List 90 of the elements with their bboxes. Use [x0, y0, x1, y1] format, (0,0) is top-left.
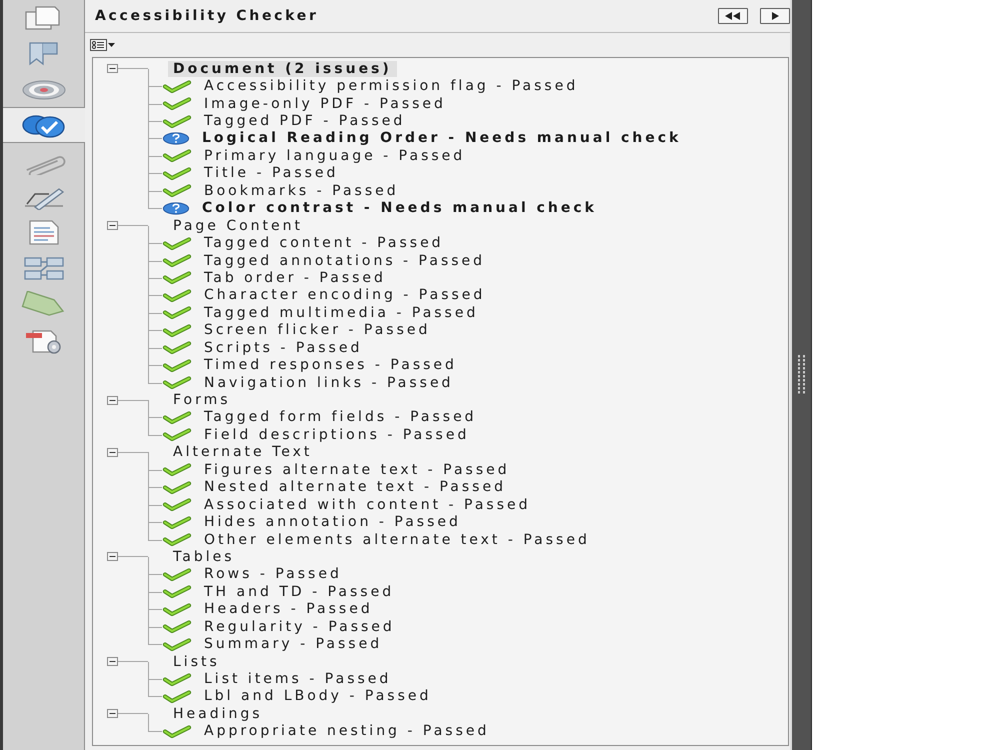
question-icon: [162, 200, 190, 216]
check-icon: [162, 428, 192, 442]
check-icon: [162, 149, 192, 162]
check-icon: [162, 672, 192, 686]
check-icon: [162, 533, 192, 546]
check-result-item[interactable]: Primary language - Passed: [201, 148, 468, 164]
panel-title: Accessibility Checker: [95, 6, 319, 26]
expander-toggle[interactable]: [107, 448, 118, 457]
group-label[interactable]: Headings: [168, 706, 268, 722]
check-icon: [162, 324, 192, 337]
double-left-triangle-icon: [725, 12, 741, 20]
check-result-item[interactable]: Color contrast - Needs manual check: [199, 200, 600, 216]
splitter-handle[interactable]: [790, 0, 812, 750]
check-result-item[interactable]: Scripts - Passed: [201, 340, 366, 356]
check-result-item[interactable]: Rows - Passed: [201, 566, 345, 582]
check-result-item[interactable]: Regularity - Passed: [201, 618, 398, 635]
group-label[interactable]: Forms: [168, 392, 236, 408]
check-icon: [162, 690, 192, 703]
check-icon: [162, 498, 192, 512]
check-result-item[interactable]: Logical Reading Order - Needs manual check: [199, 130, 684, 146]
expander-toggle[interactable]: [107, 709, 118, 718]
sidebar-tab[interactable]: [3, 107, 85, 144]
expander-toggle[interactable]: [107, 657, 118, 666]
expander-toggle[interactable]: [107, 64, 118, 74]
check-icon: [162, 724, 192, 738]
check-icon: [162, 80, 192, 93]
check-result-item[interactable]: Image-only PDF - Passed: [201, 96, 449, 112]
check-icon: [162, 410, 192, 424]
check-result-item[interactable]: Associated with content - Passed: [201, 496, 534, 513]
list-icon: [90, 39, 107, 51]
check-result-item[interactable]: TH and TD - Passed: [201, 584, 398, 600]
expander-toggle[interactable]: [107, 221, 118, 230]
check-result-item[interactable]: Navigation links - Passed: [201, 374, 456, 391]
question-icon: [162, 130, 190, 146]
check-icon: [162, 376, 192, 390]
check-icon: [162, 306, 192, 320]
check-result-item[interactable]: Field descriptions - Passed: [201, 426, 472, 443]
check-icon: [162, 358, 192, 372]
check-result-item[interactable]: List items - Passed: [201, 671, 394, 688]
check-result-item[interactable]: Hides annotation - Passed: [201, 514, 464, 530]
check-icon: [162, 271, 192, 284]
check-icon: [162, 114, 192, 128]
group-label[interactable]: Alternate Text: [168, 444, 318, 460]
check-icon: [162, 184, 192, 198]
check-result-item[interactable]: Tagged annotations - Passed: [201, 252, 488, 269]
group-label[interactable]: Tables: [168, 548, 240, 565]
tag-icon: [21, 290, 67, 318]
check-icon: [162, 602, 192, 616]
check-result-item[interactable]: Tab order - Passed: [201, 270, 389, 286]
check-result-item[interactable]: Tagged form fields - Passed: [201, 409, 480, 426]
check-result-item[interactable]: Lbl and LBody - Passed: [201, 688, 434, 704]
check-result-item[interactable]: Summary - Passed: [201, 636, 386, 652]
check-result-item[interactable]: Tagged multimedia - Passed: [201, 304, 482, 321]
check-icon: [162, 480, 192, 494]
forward-button[interactable]: [760, 8, 790, 24]
check-icon: [162, 341, 192, 354]
check-result-item[interactable]: Headers - Passed: [201, 601, 376, 618]
check-result-item[interactable]: Tagged PDF - Passed: [201, 113, 408, 130]
expander-toggle[interactable]: [107, 552, 118, 562]
check-icon: [162, 97, 192, 110]
check-result-item[interactable]: Accessibility permission flag - Passed: [201, 78, 582, 94]
check-result-item[interactable]: Character encoding - Passed: [201, 287, 488, 304]
collapse-button[interactable]: [718, 8, 748, 24]
group-label[interactable]: Page Content: [168, 218, 308, 234]
check-result-item[interactable]: Other elements alternate text - Passed: [201, 532, 593, 548]
check-icon: [162, 620, 192, 634]
check-icon: [162, 166, 192, 180]
right-triangle-icon: [772, 12, 778, 20]
check-result-item[interactable]: Appropriate nesting - Passed: [201, 723, 492, 740]
check-icon: [162, 585, 192, 598]
check-result-item[interactable]: Nested alternate text - Passed: [201, 479, 509, 496]
expander-toggle[interactable]: [107, 396, 118, 405]
check-icon: [162, 254, 192, 268]
check-result-item[interactable]: Figures alternate text - Passed: [201, 462, 513, 478]
check-result-item[interactable]: Title - Passed: [201, 165, 342, 182]
check-icon: [162, 236, 192, 250]
check-icon: [162, 516, 192, 529]
check-result-item[interactable]: Screen flicker - Passed: [201, 322, 434, 338]
group-label[interactable]: Document (2 issues): [168, 60, 397, 77]
check-icon: [162, 638, 192, 651]
check-icon: [162, 568, 192, 581]
group-label[interactable]: Lists: [168, 654, 225, 670]
check-result-item[interactable]: Tagged content - Passed: [201, 235, 447, 252]
check-result-item[interactable]: Bookmarks - Passed: [201, 182, 402, 199]
check-result-item[interactable]: Timed responses - Passed: [201, 357, 460, 374]
check-icon: [162, 463, 192, 476]
grip-icon: [797, 355, 806, 395]
options-button[interactable]: [90, 39, 115, 51]
check-icon: [162, 288, 192, 302]
caret-icon: [108, 43, 115, 47]
